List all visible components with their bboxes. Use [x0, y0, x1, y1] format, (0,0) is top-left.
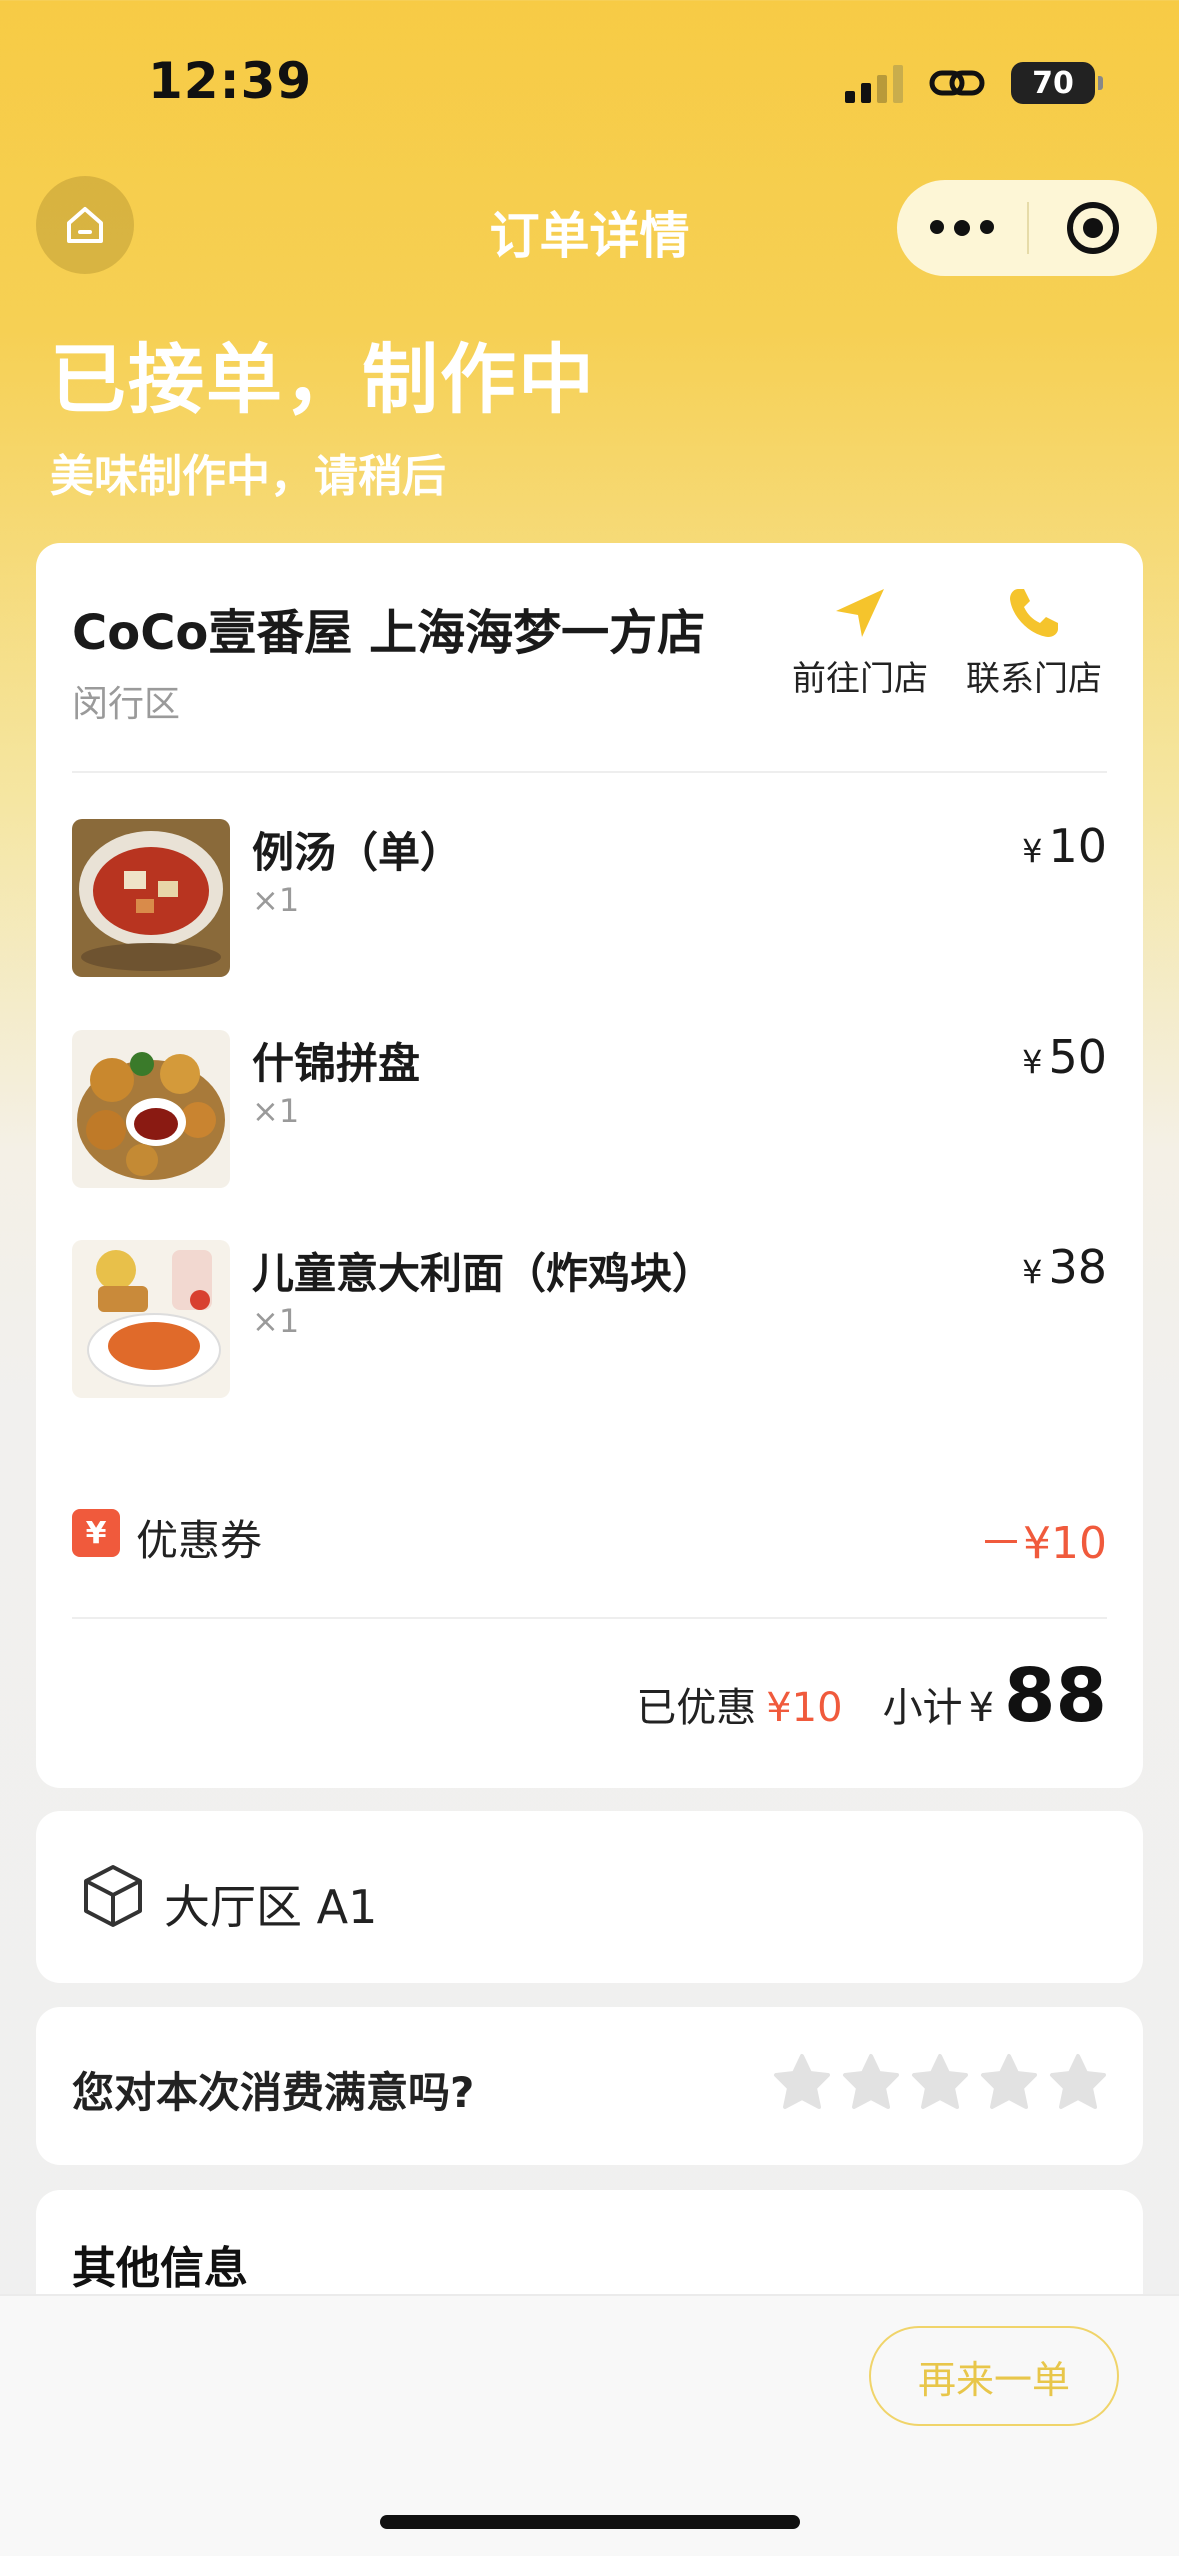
star-icon[interactable]: [911, 2053, 969, 2111]
item-image-kids-pasta: [72, 1240, 230, 1398]
reorder-button[interactable]: 再来一单: [869, 2326, 1119, 2426]
item-price: ¥10: [1022, 819, 1107, 873]
target-icon: [1067, 202, 1119, 254]
mini-program-capsule: [897, 180, 1157, 276]
order-item: 儿童意大利面（炸鸡块） ×1 ¥38: [72, 1240, 1107, 1400]
coupon-row: ¥ 优惠券 －¥10: [72, 1503, 1107, 1569]
star-icon[interactable]: [1049, 2053, 1107, 2111]
box-icon: [84, 1865, 142, 1927]
order-item: 什锦拼盘 ×1 ¥50: [72, 1030, 1107, 1190]
store-name: CoCo壹番屋 上海海梦一方店: [72, 605, 706, 661]
close-miniprogram-button[interactable]: [1029, 200, 1157, 256]
star-rating[interactable]: [773, 2053, 1107, 2111]
item-price: ¥50: [1022, 1030, 1107, 1084]
status-icons: 70: [845, 62, 1103, 104]
store-area: 闵行区: [72, 684, 181, 725]
battery-icon: 70: [1011, 62, 1103, 104]
call-store-label: 联系门店: [966, 659, 1102, 699]
item-quantity: ×1: [252, 881, 300, 919]
divider: [72, 771, 1107, 773]
coupon-label: 优惠券: [136, 1516, 263, 1565]
order-status-subtitle: 美味制作中，请稍后: [50, 451, 446, 502]
phone-icon: [1010, 589, 1058, 637]
divider: [72, 1617, 1107, 1619]
table-label: 大厅区 A1: [164, 1880, 378, 1934]
subtotal-label: 小计: [882, 1685, 963, 1731]
item-price: ¥38: [1022, 1240, 1107, 1294]
subtotal-currency: ¥: [968, 1685, 995, 1731]
table-info-card: 大厅区 A1: [36, 1811, 1143, 1983]
item-quantity: ×1: [252, 1092, 300, 1130]
link-icon: [929, 70, 985, 96]
item-name: 儿童意大利面（炸鸡块）: [252, 1249, 715, 1298]
star-icon[interactable]: [842, 2053, 900, 2111]
rating-card: 您对本次消费满意吗?: [36, 2007, 1143, 2165]
subtotal-amount: 88: [1004, 1653, 1107, 1739]
star-icon[interactable]: [773, 2053, 831, 2111]
home-indicator: [380, 2515, 800, 2529]
order-summary: 已优惠 ¥10 小计 ¥ 88: [636, 1653, 1107, 1739]
saved-amount: ¥10: [766, 1685, 843, 1731]
item-quantity: ×1: [252, 1302, 300, 1340]
signal-icon: [845, 63, 903, 103]
item-name: 什锦拼盘: [252, 1039, 421, 1088]
navigation-arrow-icon: [836, 589, 884, 637]
item-name: 例汤（单）: [252, 828, 463, 877]
status-time: 12:39: [148, 52, 313, 110]
other-info-title: 其他信息: [72, 2243, 248, 2294]
order-item: 例汤（单） ×1 ¥10: [72, 819, 1107, 979]
star-icon[interactable]: [980, 2053, 1038, 2111]
order-status: 已接单，制作中: [50, 335, 596, 424]
call-store-button[interactable]: 联系门店: [954, 583, 1114, 700]
item-image-platter: [72, 1030, 230, 1188]
coupon-icon: ¥: [72, 1509, 120, 1557]
coupon-amount: －¥10: [979, 1518, 1107, 1569]
item-image-soup: [72, 819, 230, 977]
rating-question: 您对本次消费满意吗?: [72, 2068, 475, 2117]
order-card: CoCo壹番屋 上海海梦一方店 闵行区 前往门店 联系门店 例汤（单） ×1 ¥…: [36, 543, 1143, 1788]
go-to-store-label: 前往门店: [792, 659, 928, 699]
saved-label: 已优惠: [636, 1685, 757, 1731]
more-button[interactable]: [897, 220, 1027, 236]
go-to-store-button[interactable]: 前往门店: [780, 583, 940, 700]
